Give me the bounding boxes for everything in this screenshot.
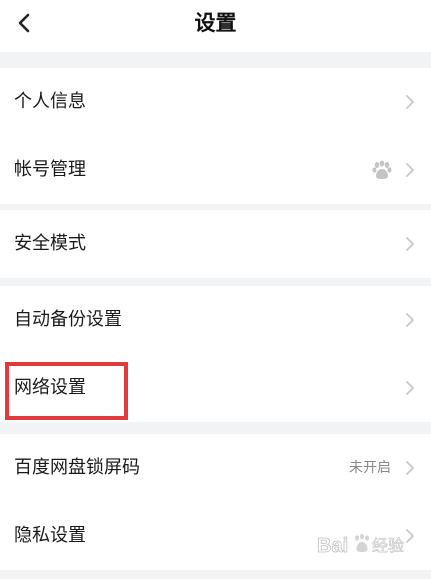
settings-item-lock-screen-code[interactable]: 百度网盘锁屏码 未开启 [0,434,431,502]
chevron-right-icon [406,381,414,395]
svg-text:Bai: Bai [317,535,348,557]
top-bar: 设置 [0,0,431,52]
settings-group-security: 安全模式 [0,210,431,278]
settings-item-label: 网络设置 [14,377,86,398]
baidu-paw-icon [355,533,369,552]
chevron-right-icon [406,95,414,109]
page-title: 设置 [194,11,237,35]
svg-text:经验: 经验 [372,536,404,555]
settings-item-label: 帐号管理 [14,159,86,180]
lock-screen-status: 未开启 [349,460,391,476]
chevron-right-icon [406,237,414,251]
chevron-right-icon [406,163,414,177]
settings-item-safe-mode[interactable]: 安全模式 [0,210,431,278]
settings-item-account-management[interactable]: 帐号管理 [0,136,431,204]
settings-item-label: 安全模式 [14,233,86,254]
settings-item-network[interactable]: 网络设置 [0,354,431,422]
settings-item-auto-backup[interactable]: 自动备份设置 [0,286,431,354]
baidu-jingyan-watermark: Bai 经验 [317,533,404,557]
paw-icon [372,160,392,179]
settings-item-label: 个人信息 [14,91,86,112]
settings-item-label: 隐私设置 [14,525,86,546]
settings-item-personal-info[interactable]: 个人信息 [0,68,431,136]
chevron-right-icon [406,313,414,327]
settings-group-backup-network: 自动备份设置 网络设置 [0,286,431,422]
settings-item-label: 百度网盘锁屏码 [14,457,140,478]
settings-item-label: 自动备份设置 [14,309,122,330]
settings-group-account: 个人信息 帐号管理 [0,68,431,204]
chevron-right-icon [406,461,414,475]
